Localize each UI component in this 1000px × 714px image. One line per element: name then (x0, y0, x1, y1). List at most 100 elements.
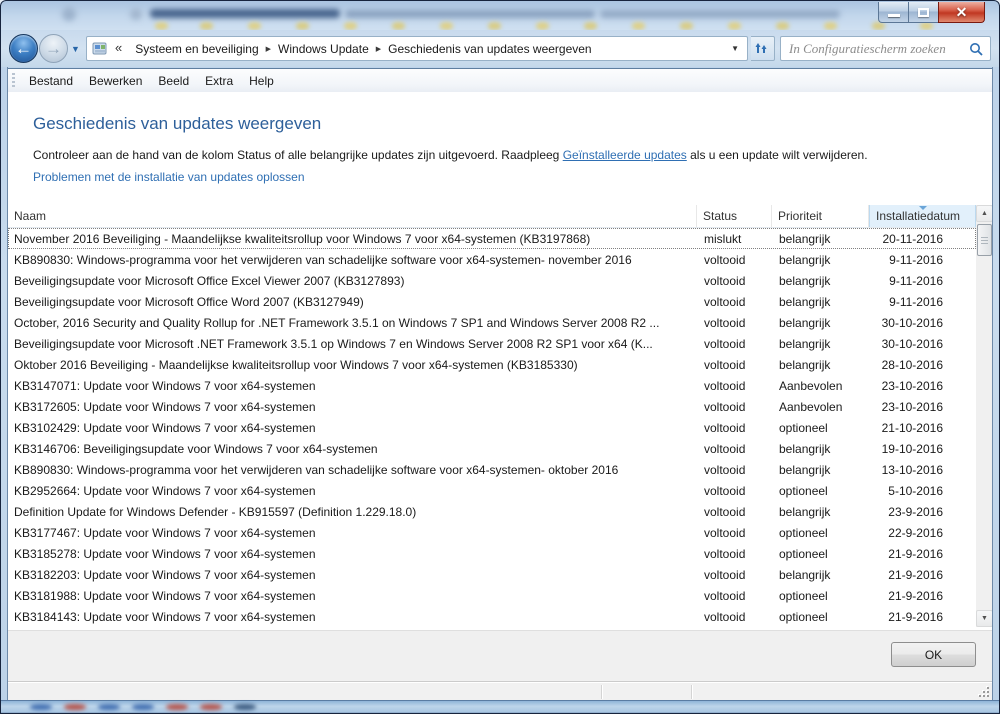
maximize-button[interactable] (909, 2, 938, 23)
close-button[interactable]: ✕ (938, 2, 985, 23)
update-name-cell: November 2016 Beveiliging - Maandelijkse… (8, 232, 697, 246)
table-row[interactable]: Beveiligingsupdate voor Microsoft Office… (8, 291, 976, 312)
table-row[interactable]: KB890830: Windows-programma voor het ver… (8, 459, 976, 480)
update-status-cell: voltooid (697, 589, 772, 603)
minimize-button[interactable] (878, 2, 909, 23)
search-input[interactable] (781, 38, 969, 59)
update-status-cell: voltooid (697, 526, 772, 540)
table-row[interactable]: Definition Update for Windows Defender -… (8, 501, 976, 522)
update-status-cell: mislukt (697, 232, 772, 246)
chevron-down-icon: ▼ (71, 44, 80, 54)
control-panel-icon (92, 41, 108, 57)
update-status-cell: voltooid (697, 316, 772, 330)
window-controls: ✕ (878, 2, 985, 23)
table-row[interactable]: Beveiligingsupdate voor Microsoft Office… (8, 270, 976, 291)
update-date-cell: 23-9-2016 (869, 505, 976, 519)
troubleshoot-link[interactable]: Problemen met de installatie van updates… (33, 170, 305, 184)
update-name-cell: Beveiligingsupdate voor Microsoft Office… (8, 274, 697, 288)
update-date-cell: 9-11-2016 (869, 295, 976, 309)
breadcrumb-item-systeem-en-beveiliging[interactable]: Systeem en beveiliging (128, 42, 265, 56)
update-status-cell: voltooid (697, 337, 772, 351)
table-row[interactable]: KB3185278: Update voor Windows 7 voor x6… (8, 543, 976, 564)
intro-before: Controleer aan de hand van de kolom Stat… (33, 148, 563, 162)
table-row[interactable]: KB3172605: Update voor Windows 7 voor x6… (8, 396, 976, 417)
update-date-cell: 21-9-2016 (869, 568, 976, 582)
table-row[interactable]: KB890830: Windows-programma voor het ver… (8, 249, 976, 270)
navigation-bar: ← → ▼ « Systeem en beveiliging ▶ Windows… (0, 30, 1000, 67)
table-row[interactable]: KB3146706: Beveiligingsupdate voor Windo… (8, 438, 976, 459)
breadcrumb-item-windows-update[interactable]: Windows Update (271, 42, 376, 56)
back-icon: ← (15, 39, 32, 59)
update-date-cell: 21-9-2016 (869, 589, 976, 603)
update-date-cell: 19-10-2016 (869, 442, 976, 456)
menu-bar: Bestand Bewerken Beeld Extra Help (8, 68, 992, 92)
table-row[interactable]: KB3177467: Update voor Windows 7 voor x6… (8, 522, 976, 543)
update-priority-cell: belangrijk (772, 253, 869, 267)
recent-pages-dropdown[interactable]: ▼ (71, 44, 80, 54)
table-row[interactable]: KB2952664: Update voor Windows 7 voor x6… (8, 480, 976, 501)
sort-indicator-icon (919, 206, 927, 210)
address-bar[interactable]: « Systeem en beveiliging ▶ Windows Updat… (86, 36, 748, 61)
window-border (7, 67, 8, 700)
table-row[interactable]: November 2016 Beveiliging - Maandelijkse… (8, 228, 976, 249)
breadcrumb-item-geschiedenis[interactable]: Geschiedenis van updates weergeven (381, 42, 598, 56)
scrollbar-thumb[interactable] (977, 224, 992, 256)
table-row[interactable]: KB3147071: Update voor Windows 7 voor x6… (8, 375, 976, 396)
update-date-cell: 22-9-2016 (869, 526, 976, 540)
blurred-background (600, 10, 840, 18)
menu-bestand[interactable]: Bestand (21, 71, 81, 91)
menu-beeld[interactable]: Beeld (150, 71, 197, 91)
menu-help[interactable]: Help (241, 71, 282, 91)
update-date-cell: 13-10-2016 (869, 463, 976, 477)
scroll-up-button[interactable]: ▲ (976, 205, 993, 222)
breadcrumb-overflow-icon[interactable]: « (113, 40, 128, 57)
column-header-installatiedatum[interactable]: Installatiedatum (869, 205, 976, 227)
update-date-cell: 9-11-2016 (869, 274, 976, 288)
update-name-cell: KB3172605: Update voor Windows 7 voor x6… (8, 400, 697, 414)
update-name-cell: KB3146706: Beveiligingsupdate voor Windo… (8, 442, 697, 456)
update-date-cell: 30-10-2016 (869, 316, 976, 330)
maximize-icon (918, 8, 929, 17)
table-row[interactable]: KB3181988: Update voor Windows 7 voor x6… (8, 585, 976, 606)
installed-updates-link[interactable]: Geïnstalleerde updates (563, 148, 687, 162)
update-name-cell: KB3177467: Update voor Windows 7 voor x6… (8, 526, 697, 540)
bottom-panel: OK (8, 630, 992, 681)
search-icon[interactable] (969, 42, 983, 56)
menu-extra[interactable]: Extra (197, 71, 241, 91)
update-priority-cell: belangrijk (772, 463, 869, 477)
table-header: Naam Status Prioriteit Installatiedatum (8, 205, 976, 228)
vertical-scrollbar[interactable]: ▲ ▼ (976, 205, 993, 627)
intro-text: Controleer aan de hand van de kolom Stat… (33, 148, 868, 162)
update-priority-cell: optioneel (772, 421, 869, 435)
forward-button[interactable]: → (39, 34, 68, 63)
table-row[interactable]: Oktober 2016 Beveiliging - Maandelijkse … (8, 354, 976, 375)
column-header-prioriteit[interactable]: Prioriteit (772, 205, 869, 227)
table-row[interactable]: October, 2016 Security and Quality Rollu… (8, 312, 976, 333)
table-row[interactable]: KB3182203: Update voor Windows 7 voor x6… (8, 564, 976, 585)
update-priority-cell: belangrijk (772, 505, 869, 519)
update-name-cell: KB890830: Windows-programma voor het ver… (8, 463, 697, 477)
menu-bewerken[interactable]: Bewerken (81, 71, 150, 91)
update-name-cell: Oktober 2016 Beveiliging - Maandelijkse … (8, 358, 697, 372)
address-dropdown-icon[interactable]: ▼ (723, 44, 747, 53)
table-row[interactable]: KB3102429: Update voor Windows 7 voor x6… (8, 417, 976, 438)
update-status-cell: voltooid (697, 505, 772, 519)
intro-after: als u een update wilt verwijderen. (687, 148, 868, 162)
table-row[interactable]: Beveiligingsupdate voor Microsoft .NET F… (8, 333, 976, 354)
table-row[interactable]: KB3184143: Update voor Windows 7 voor x6… (8, 606, 976, 627)
back-button[interactable]: ← (9, 34, 38, 63)
update-status-cell: voltooid (697, 400, 772, 414)
window-border (992, 67, 993, 700)
column-header-naam[interactable]: Naam (8, 205, 697, 227)
resize-grip-icon[interactable] (977, 685, 989, 697)
update-status-cell: voltooid (697, 610, 772, 624)
page-title: Geschiedenis van updates weergeven (33, 114, 321, 134)
update-name-cell: Beveiligingsupdate voor Microsoft Office… (8, 295, 697, 309)
ok-button[interactable]: OK (891, 642, 976, 667)
update-history-table: Naam Status Prioriteit Installatiedatum … (8, 205, 993, 627)
main-content: Geschiedenis van updates weergeven Contr… (8, 92, 992, 630)
search-box (780, 36, 991, 61)
column-header-status[interactable]: Status (697, 205, 772, 227)
scroll-down-button[interactable]: ▼ (976, 610, 993, 627)
refresh-button[interactable] (751, 36, 775, 61)
